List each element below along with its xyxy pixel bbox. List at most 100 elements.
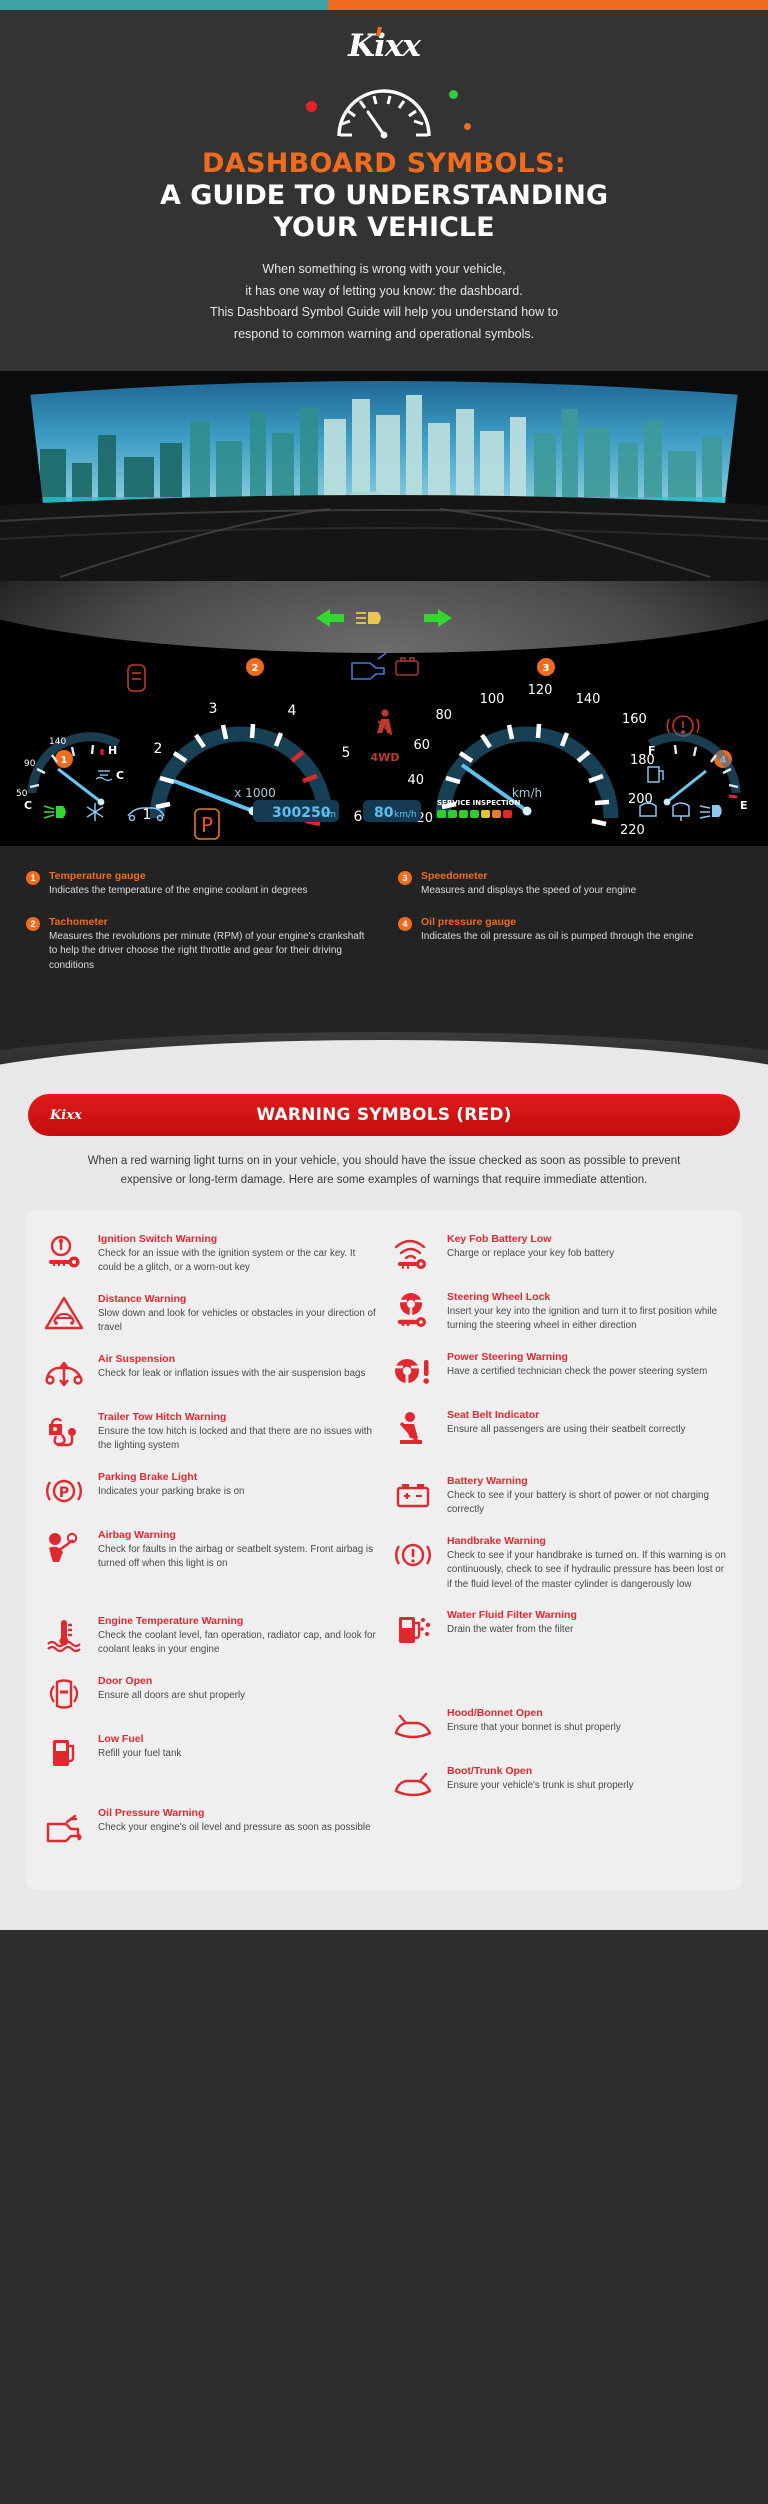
intro-line-3: This Dashboard Symbol Guide will help yo…	[209, 305, 559, 320]
legend-badge-1: 1	[55, 750, 73, 769]
legend-column-left: 1 Temperature gauge Indicates the temper…	[26, 870, 370, 990]
warning-description: Charge or replace your key fob battery	[447, 1247, 615, 1259]
warning-item-steering-wheel-lock: Steering Wheel Lock Insert your key into…	[389, 1290, 728, 1334]
temp-high-label: 140	[49, 737, 66, 747]
intro-line-4: respond to common warning and operationa…	[233, 326, 535, 341]
top-color-stripe	[0, 0, 768, 10]
oil-can-indicator-icon	[351, 652, 387, 681]
warning-description: Ensure all passengers are using their se…	[447, 1423, 686, 1435]
engine-temperature-icon	[40, 1614, 88, 1656]
tach-tick-2: 2	[154, 741, 163, 757]
instrument-cluster: 4WD 1 2 3 4 140 90 50 H C C 3 4 2 5 1 6 …	[0, 581, 768, 847]
svg-text:3: 3	[543, 663, 550, 674]
legend-number: 1	[26, 871, 40, 886]
temp-mid-label: 90	[24, 759, 36, 769]
page-title-line2: A GUIDE TO UNDERSTANDING	[159, 180, 609, 211]
legend-title: Speedometer	[421, 870, 488, 883]
warning-description: Refill your fuel tank	[98, 1747, 182, 1759]
warning-title: Distance Warning	[98, 1292, 187, 1305]
warning-description: Check to see if your battery is short of…	[447, 1489, 709, 1516]
warning-title: Water Fluid Filter Warning	[447, 1609, 577, 1622]
legend-item: 4 Oil pressure gauge Indicates the oil p…	[398, 916, 742, 945]
warning-item-door-open: Door Open Ensure all doors are shut prop…	[40, 1674, 379, 1716]
warning-title: Door Open	[98, 1674, 153, 1687]
warning-item-ignition-switch: Ignition Switch Warning Check for an iss…	[40, 1232, 379, 1276]
speed-tick-100: 100	[480, 692, 505, 707]
warning-item-key-fob-battery: Key Fob Battery Low Charge or replace yo…	[389, 1232, 728, 1274]
service-inspection-label: SERVICE INSPECTION	[437, 799, 520, 807]
speed-value: 80	[374, 805, 394, 821]
hood-open-icon	[389, 1706, 437, 1748]
airbag-icon	[40, 1528, 88, 1570]
legend-title: Temperature gauge	[49, 870, 146, 883]
warning-description: Insert your key into the ignition and tu…	[447, 1305, 718, 1332]
warning-item-parking-brake: P Parking Brake Light Indicates your par…	[40, 1470, 379, 1512]
battery-indicator-icon	[395, 657, 419, 677]
speed-tick-120: 120	[528, 683, 553, 698]
warning-item-battery: Battery Warning Check to see if your bat…	[389, 1474, 728, 1518]
warning-description: Ensure the tow hitch is locked and that …	[98, 1425, 372, 1452]
cluster-bottom-row: 300250 km 80 km/h SERVICE INSPECTION	[43, 799, 722, 823]
speedometer-illustration	[294, 78, 474, 140]
warning-title: Ignition Switch Warning	[98, 1232, 218, 1245]
odometer-display: 300250 km	[253, 800, 339, 823]
warning-column-left: Ignition Switch Warning Check for an iss…	[40, 1232, 379, 1864]
warning-title: Parking Brake Light	[98, 1470, 198, 1483]
fuel-full-label: F	[648, 744, 656, 757]
battery-warning-icon	[389, 1474, 437, 1516]
green-indicator-dot	[449, 90, 458, 99]
door-open-cluster-icon	[127, 664, 146, 693]
warning-title: Hood/Bonnet Open	[447, 1707, 543, 1720]
legend-description: Measures and displays the speed of your …	[421, 885, 637, 897]
speed-readout-display: 80 km/h	[363, 800, 421, 823]
warning-title: Steering Wheel Lock	[447, 1290, 551, 1303]
warning-item-airbag: Airbag Warning Check for faults in the a…	[40, 1528, 379, 1572]
temp-h-label: H	[108, 744, 117, 757]
warning-title: Low Fuel	[98, 1732, 144, 1745]
brand-logo: Kixx	[348, 27, 421, 64]
warning-description: Check for faults in the airbag or seatbe…	[98, 1543, 373, 1570]
svg-text:1: 1	[61, 755, 68, 766]
orange-indicator-dot	[464, 123, 471, 130]
hero-section: Kixx DASHBOARD SYMBOLS: A GUIDE TO UNDER…	[0, 10, 768, 372]
distance-warning-icon	[40, 1292, 88, 1334]
warning-title: Battery Warning	[447, 1474, 528, 1487]
warning-item-hood-open: Hood/Bonnet Open Ensure that your bonnet…	[389, 1706, 728, 1748]
stripe-teal	[0, 0, 328, 10]
ignition-switch-icon	[40, 1232, 88, 1274]
section-divider	[0, 1024, 768, 1095]
legend-title: Oil pressure gauge	[421, 915, 517, 928]
stripe-orange	[328, 0, 768, 10]
warning-title: Power Steering Warning	[447, 1350, 568, 1363]
service-inspection-bar	[437, 810, 512, 819]
warning-description: Ensure all doors are shut properly	[98, 1689, 246, 1701]
warning-title: Airbag Warning	[98, 1528, 176, 1541]
rear-wiper-icon	[639, 801, 657, 818]
warning-description: Drain the water from the filter	[447, 1624, 574, 1636]
handbrake-icon	[389, 1534, 437, 1576]
warning-description: Check to see if your handbrake is turned…	[447, 1549, 726, 1590]
speed-tick-140: 140	[576, 692, 601, 707]
power-steering-icon	[389, 1350, 437, 1392]
warning-description: Have a certified technician check the po…	[447, 1365, 708, 1377]
warning-item-trailer-tow-hitch: Trailer Tow Hitch Warning Ensure the tow…	[40, 1410, 379, 1454]
headlight-icon	[356, 612, 381, 625]
warning-item-low-fuel: Low Fuel Refill your fuel tank	[40, 1732, 379, 1774]
legend-badge-3: 3	[537, 658, 555, 677]
windshield-scene	[0, 371, 768, 582]
boot-trunk-open-icon	[389, 1764, 437, 1806]
gauge-arc-icon	[337, 89, 431, 139]
legend-column-right: 3 Speedometer Measures and displays the …	[398, 870, 742, 990]
warning-title: Oil Pressure Warning	[98, 1806, 205, 1819]
warning-item-boot-trunk-open: Boot/Trunk Open Ensure your vehicle's tr…	[389, 1764, 728, 1806]
legend-description: Indicates the oil pressure as oil is pum…	[421, 930, 694, 942]
warning-banner-title: WARNING SYMBOLS (RED)	[256, 1105, 512, 1126]
warning-symbols-card: Ignition Switch Warning Check for an iss…	[26, 1209, 742, 1890]
parking-brake-icon: P	[40, 1470, 88, 1512]
warning-item-seat-belt: Seat Belt Indicator Ensure all passenger…	[389, 1408, 728, 1450]
water-fluid-filter-icon	[389, 1608, 437, 1650]
low-fuel-icon	[40, 1732, 88, 1774]
trailer-tow-hitch-icon	[40, 1410, 88, 1452]
warning-item-distance: Distance Warning Slow down and look for …	[40, 1292, 379, 1336]
warning-item-oil-pressure: Oil Pressure Warning Check your engine's…	[40, 1806, 379, 1848]
